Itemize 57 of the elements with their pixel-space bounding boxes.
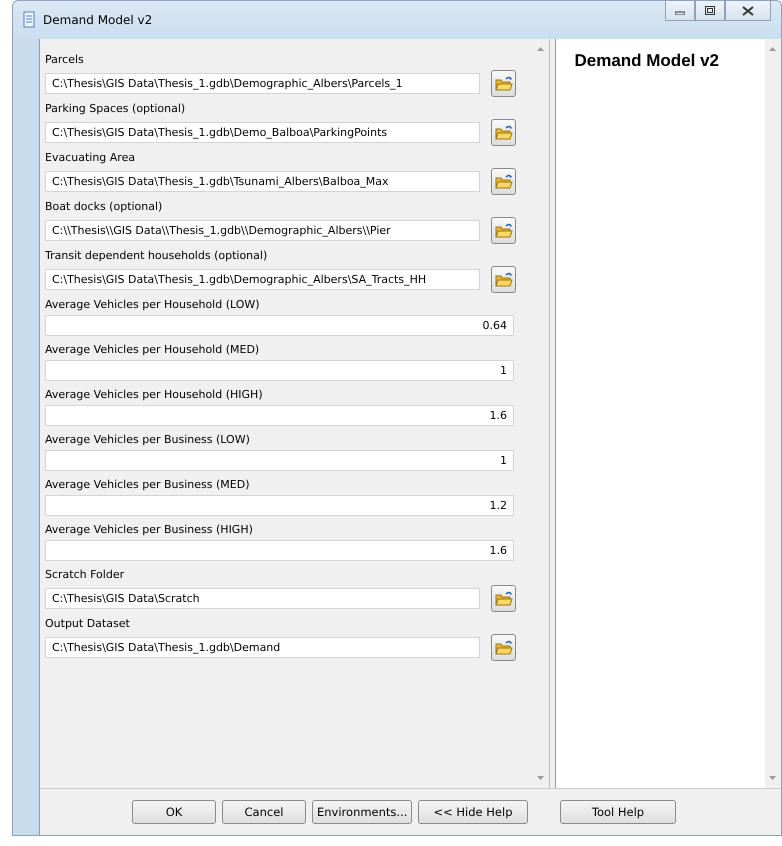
path-field[interactable]: C:\Thesis\GIS Data\Thesis_1.gdb\Demographic_Albers\Parcels_1 [45,73,480,94]
path-field[interactable]: C:\Thesis\GIS Data\Thesis_1.gdb\Tsunami_Albers\Balboa_Max [45,171,480,192]
parameter-label: Average Vehicles per Business (LOW) [45,433,251,446]
scroll-down-arrow-icon[interactable] [537,776,544,780]
path-field[interactable]: C:\Thesis\GIS Data\Thesis_1.gdb\Demand [45,637,480,658]
close-button[interactable] [725,1,771,21]
open-folder-icon [494,272,513,288]
parameter-label: Average Vehicles per Household (LOW) [45,298,261,311]
close-icon [742,6,754,16]
open-folder-icon [494,222,513,238]
window-title: Demand Model v2 [43,13,152,27]
parameter-label: Parcels [45,53,85,66]
parameter-label: Evacuating Area [45,151,136,164]
parameter-label: Output Dataset [45,617,131,630]
browse-button[interactable] [491,168,516,195]
parameter-label: Parking Spaces (optional) [45,102,186,115]
path-field[interactable]: C:\Thesis\GIS Data\Thesis_1.gdb\Demo_Balboa\ParkingPoints [45,122,480,143]
number-field[interactable]: 0.64 [45,315,514,336]
number-field[interactable]: 1.2 [45,495,514,516]
dialog-button[interactable]: Cancel [222,800,306,824]
scroll-up-arrow-icon[interactable] [769,47,776,51]
browse-button[interactable] [491,634,516,661]
browse-button[interactable] [491,70,516,97]
minimize-button[interactable] [665,1,695,21]
parameter-label: Average Vehicles per Business (MED) [45,478,250,491]
number-field[interactable]: 1.6 [45,405,514,426]
open-folder-icon [494,640,513,656]
dialog-button[interactable]: OK [132,800,216,824]
help-title: Demand Model v2 [574,51,720,71]
open-folder-icon [494,174,513,190]
number-field[interactable]: 1 [45,360,514,381]
parameter-label: Boat docks (optional) [45,200,164,213]
browse-button[interactable] [491,266,516,293]
dialog-button[interactable]: Environments... [312,800,412,824]
path-field[interactable]: C:\Thesis\GIS Data\Thesis_1.gdb\Demographic_Albers\SA_Tracts_HH [45,269,480,290]
dialog-button[interactable]: Tool Help [560,800,676,824]
tool-script-icon [21,11,37,29]
parameter-label: Scratch Folder [45,568,126,581]
parameter-label: Transit dependent households (optional) [45,249,268,262]
parameter-label: Average Vehicles per Household (HIGH) [45,388,264,401]
open-folder-icon [494,124,513,140]
path-field[interactable]: C:\Thesis\GIS Data\Scratch [45,588,480,609]
number-field[interactable]: 1 [45,450,514,471]
open-folder-icon [494,590,513,606]
parameter-label: Average Vehicles per Business (HIGH) [45,523,254,536]
maximize-button[interactable] [695,1,725,21]
browse-button[interactable] [491,217,516,244]
scroll-down-arrow-icon[interactable] [769,776,776,780]
dialog-button[interactable]: << Hide Help [418,800,528,824]
parameter-label: Average Vehicles per Household (MED) [45,343,260,356]
browse-button[interactable] [491,585,516,612]
browse-button[interactable] [491,119,516,146]
scroll-up-arrow-icon[interactable] [537,47,544,51]
open-folder-icon [494,76,513,92]
number-field[interactable]: 1.6 [45,540,514,561]
path-field[interactable]: C:\\Thesis\\GIS Data\\Thesis_1.gdb\\Demographic_Albers\\Pier [45,220,480,241]
maximize-icon [705,6,715,15]
